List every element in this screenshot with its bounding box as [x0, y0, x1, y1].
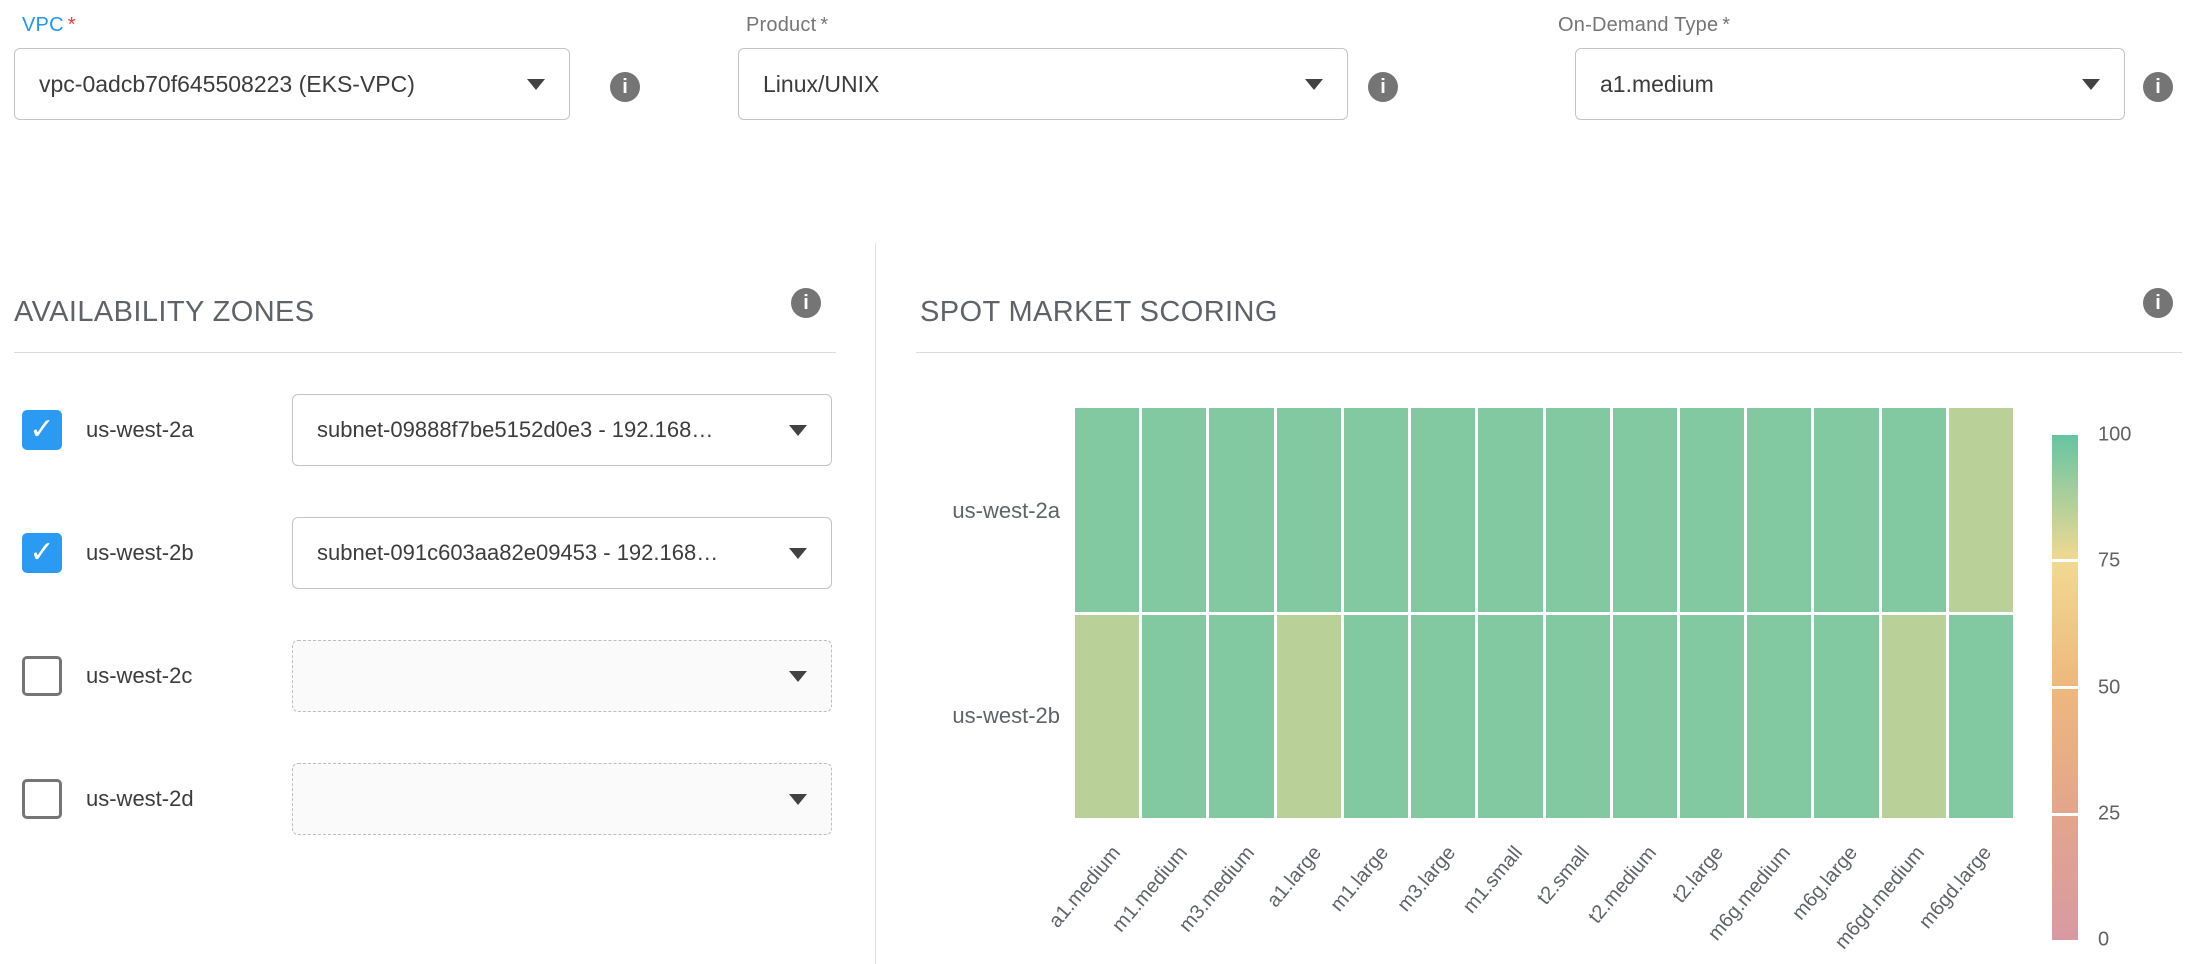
heatmap-cell-us-west-2a-m3.large [1411, 408, 1475, 612]
heatmap-cell-us-west-2a-m6g.medium [1747, 408, 1811, 612]
dropdown-caret-icon [1305, 79, 1323, 90]
heatmap-cell-us-west-2a-a1.medium [1075, 408, 1139, 612]
dropdown-caret-icon [2082, 79, 2100, 90]
az-subnet-select-us-west-2d [292, 763, 832, 835]
colorbar-segment [2052, 816, 2078, 940]
vpc-required-mark: * [68, 14, 76, 36]
heatmap-cell-us-west-2b-m6gd.medium [1882, 615, 1946, 819]
heatmap-cell-us-west-2b-t2.medium [1613, 615, 1677, 819]
panel-divider [875, 243, 876, 964]
heatmap-cell-us-west-2b-a1.medium [1075, 615, 1139, 819]
availability-zones-title: AVAILABILITY ZONES [14, 296, 315, 329]
heatmap-cell-us-west-2b-m6g.large [1814, 615, 1878, 819]
product-required-mark: * [820, 14, 828, 36]
availability-zones-divider [14, 352, 836, 353]
az-subnet-value: subnet-091c603aa82e09453 - 192.168… [317, 540, 718, 566]
availability-zones-info-icon[interactable]: i [791, 288, 821, 318]
heatmap-cell-us-west-2b-m3.medium [1209, 615, 1273, 819]
az-subnet-value: subnet-09888f7be5152d0e3 - 192.168… [317, 417, 713, 443]
product-label-text: Product [746, 14, 816, 36]
dropdown-caret-icon [789, 794, 807, 805]
heatmap-cell-us-west-2a-m3.medium [1209, 408, 1273, 612]
on-demand-type-select[interactable]: a1.medium [1575, 48, 2125, 120]
product-info-icon[interactable]: i [1368, 72, 1398, 102]
heatmap-cell-us-west-2a-t2.small [1546, 408, 1610, 612]
colorbar-tick-label: 0 [2098, 929, 2168, 952]
az-checkbox-us-west-2c[interactable]: ✓ [22, 656, 62, 696]
heatmap-row-label: us-west-2a [900, 498, 1060, 524]
az-subnet-select-us-west-2c [292, 640, 832, 712]
heatmap-cell-us-west-2a-a1.large [1277, 408, 1341, 612]
colorbar-segment [2052, 562, 2078, 686]
vpc-label-text: VPC [22, 14, 64, 36]
on-demand-type-required-mark: * [1722, 14, 1730, 36]
az-row-us-west-2d: ✓ us-west-2d [22, 762, 834, 836]
product-select-value: Linux/UNIX [763, 71, 879, 98]
colorbar-tick-label: 50 [2098, 676, 2168, 699]
heatmap-colorbar [2052, 435, 2078, 940]
spot-market-scoring-title: SPOT MARKET SCORING [920, 296, 1278, 329]
az-zone-label: us-west-2d [86, 786, 292, 812]
vpc-select-value: vpc-0adcb70f645508223 (EKS-VPC) [39, 71, 415, 98]
heatmap-cell-us-west-2a-m6gd.large [1949, 408, 2013, 612]
spot-market-scoring-info-icon[interactable]: i [2143, 288, 2173, 318]
heatmap-cell-us-west-2b-m6gd.large [1949, 615, 2013, 819]
vpc-label: VPC* [22, 14, 76, 37]
az-row-us-west-2a: ✓ us-west-2a subnet-09888f7be5152d0e3 - … [22, 393, 834, 467]
colorbar-tick-label: 25 [2098, 802, 2168, 825]
heatmap-cell-us-west-2a-t2.medium [1613, 408, 1677, 612]
spot-market-heatmap [1075, 408, 2013, 818]
colorbar-segment [2052, 435, 2078, 559]
heatmap-cell-us-west-2a-m6gd.medium [1882, 408, 1946, 612]
heatmap-cell-us-west-2b-m1.large [1344, 615, 1408, 819]
vpc-select[interactable]: vpc-0adcb70f645508223 (EKS-VPC) [14, 48, 570, 120]
az-zone-label: us-west-2c [86, 663, 292, 689]
on-demand-type-info-icon[interactable]: i [2143, 72, 2173, 102]
dropdown-caret-icon [789, 425, 807, 436]
heatmap-row-label: us-west-2b [900, 703, 1060, 729]
az-subnet-select-us-west-2b[interactable]: subnet-091c603aa82e09453 - 192.168… [292, 517, 832, 589]
colorbar-tick-label: 100 [2098, 424, 2168, 447]
az-checkbox-us-west-2d[interactable]: ✓ [22, 779, 62, 819]
heatmap-cell-us-west-2b-m1.small [1478, 615, 1542, 819]
spot-market-scoring-divider [916, 352, 2182, 353]
heatmap-cell-us-west-2b-m1.medium [1142, 615, 1206, 819]
on-demand-type-label: On-Demand Type* [1558, 14, 1730, 37]
az-subnet-select-us-west-2a[interactable]: subnet-09888f7be5152d0e3 - 192.168… [292, 394, 832, 466]
az-checkbox-us-west-2b[interactable]: ✓ [22, 533, 62, 573]
product-select[interactable]: Linux/UNIX [738, 48, 1348, 120]
dropdown-caret-icon [789, 548, 807, 559]
az-row-us-west-2b: ✓ us-west-2b subnet-091c603aa82e09453 - … [22, 516, 834, 590]
check-icon: ✓ [29, 415, 54, 445]
az-zone-label: us-west-2a [86, 417, 292, 443]
heatmap-cell-us-west-2b-t2.large [1680, 615, 1744, 819]
colorbar-segment [2052, 689, 2078, 813]
heatmap-cell-us-west-2a-m6g.large [1814, 408, 1878, 612]
az-zone-label: us-west-2b [86, 540, 292, 566]
spot-instance-config-page: VPC* vpc-0adcb70f645508223 (EKS-VPC) i P… [0, 0, 2196, 964]
on-demand-type-select-value: a1.medium [1600, 71, 1714, 98]
heatmap-cell-us-west-2b-m6g.medium [1747, 615, 1811, 819]
check-icon: ✓ [29, 538, 54, 568]
heatmap-cell-us-west-2a-t2.large [1680, 408, 1744, 612]
colorbar-tick-label: 75 [2098, 550, 2168, 573]
heatmap-cell-us-west-2a-m1.large [1344, 408, 1408, 612]
heatmap-cell-us-west-2a-m1.small [1478, 408, 1542, 612]
on-demand-type-label-text: On-Demand Type [1558, 14, 1718, 36]
heatmap-cell-us-west-2b-a1.large [1277, 615, 1341, 819]
dropdown-caret-icon [527, 79, 545, 90]
vpc-info-icon[interactable]: i [610, 72, 640, 102]
heatmap-cell-us-west-2a-m1.medium [1142, 408, 1206, 612]
product-label: Product* [746, 14, 828, 37]
az-checkbox-us-west-2a[interactable]: ✓ [22, 410, 62, 450]
heatmap-cell-us-west-2b-t2.small [1546, 615, 1610, 819]
az-row-us-west-2c: ✓ us-west-2c [22, 639, 834, 713]
heatmap-cell-us-west-2b-m3.large [1411, 615, 1475, 819]
dropdown-caret-icon [789, 671, 807, 682]
